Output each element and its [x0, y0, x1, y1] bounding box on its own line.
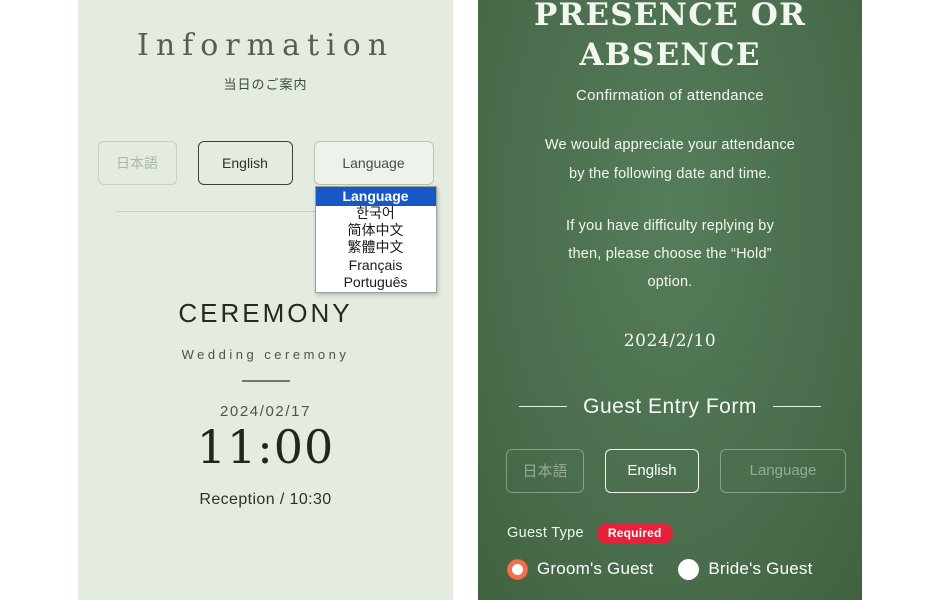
information-panel: Information 当日のご案内 日本語 English Language … — [78, 0, 453, 600]
language-option-portuguese[interactable]: Português — [316, 274, 436, 291]
radio-unselected-icon[interactable] — [678, 558, 700, 580]
rsvp-paragraph-2: If you have difficulty replying by then,… — [478, 212, 862, 297]
language-option-french[interactable]: Français — [316, 257, 436, 274]
rsvp-paragraph-2-line-3: option. — [647, 274, 693, 291]
ceremony-date: 2024/02/17 — [219, 402, 312, 420]
ceremony-title: CEREMONY — [178, 298, 353, 328]
language-select[interactable]: Language — [313, 141, 434, 185]
rsvp-deadline-date: 2024/2/10 — [623, 330, 717, 351]
language-option-korean[interactable]: 한국어 — [316, 206, 436, 223]
rsvp-title-line-1: PRESENCE OR — [533, 0, 807, 33]
language-option-language[interactable]: Language — [315, 187, 436, 206]
ceremony-reception: Reception / 10:30 — [199, 491, 332, 509]
radio-selected-icon[interactable] — [507, 558, 528, 580]
guest-entry-form-label: Guest Entry Form — [583, 394, 757, 418]
page-title: Information — [136, 28, 395, 63]
guest-type-radio-group: Groom's Guest Bride's Guest — [478, 558, 862, 580]
required-badge: Required — [596, 522, 673, 544]
rsvp-title: PRESENCE OR ABSENCE — [478, 0, 862, 75]
radio-grooms-guest[interactable]: Groom's Guest — [507, 558, 654, 580]
rsvp-paragraph-1-line-1: We would appreciate your attendance — [544, 137, 796, 154]
ceremony-section: CEREMONY Wedding ceremony 2024/02/17 11:… — [78, 298, 453, 509]
guest-entry-form-heading: Guest Entry Form — [478, 395, 862, 419]
rsvp-title-line-2: ABSENCE — [579, 36, 761, 73]
language-button-english[interactable]: English — [197, 141, 293, 185]
ceremony-subtitle: Wedding ceremony — [181, 347, 350, 362]
language-switcher-left: 日本語 English Language Language 한국어 简体中文 繁… — [78, 141, 453, 293]
language-option-traditional-chinese[interactable]: 繁體中文 — [316, 240, 436, 257]
radio-brides-guest-label: Bride's Guest — [708, 559, 813, 579]
radio-grooms-guest-label: Groom's Guest — [537, 559, 654, 579]
heading-rule-right — [772, 405, 821, 408]
language-button-japanese[interactable]: 日本語 — [97, 141, 177, 185]
ceremony-time: 11:00 — [196, 419, 335, 474]
page-subtitle: 当日のご案内 — [223, 77, 308, 92]
rsvp-paragraph-1: We would appreciate your attendance by t… — [478, 131, 862, 188]
ceremony-rule — [241, 380, 290, 382]
form-language-button-japanese[interactable]: 日本語 — [506, 448, 584, 493]
rsvp-panel: PRESENCE OR ABSENCE Confirmation of atte… — [478, 0, 862, 600]
radio-brides-guest[interactable]: Bride's Guest — [678, 558, 813, 580]
language-select-wrapper: Language Language 한국어 简体中文 繁體中文 Français… — [313, 141, 437, 293]
language-option-simplified-chinese[interactable]: 简体中文 — [316, 223, 436, 240]
screenshot-root: Information 当日のご案内 日本語 English Language … — [0, 0, 940, 600]
guest-type-header: Guest Type Required — [478, 522, 862, 544]
form-language-button-english[interactable]: English — [605, 448, 699, 493]
heading-rule-left — [519, 405, 568, 408]
rsvp-subtitle: Confirmation of attendance — [576, 87, 764, 105]
rsvp-paragraph-2-line-2: then, please choose the “Hold” — [568, 246, 772, 263]
rsvp-paragraph-1-line-2: by the following date and time. — [568, 165, 772, 182]
guest-type-label: Guest Type — [507, 525, 584, 542]
rsvp-paragraph-2-line-1: If you have difficulty replying by — [565, 217, 775, 234]
language-switcher-right: 日本語 English Language — [478, 448, 862, 493]
form-language-button-language[interactable]: Language — [720, 448, 846, 493]
language-select-dropdown[interactable]: Language 한국어 简体中文 繁體中文 Français Portuguê… — [314, 186, 437, 293]
